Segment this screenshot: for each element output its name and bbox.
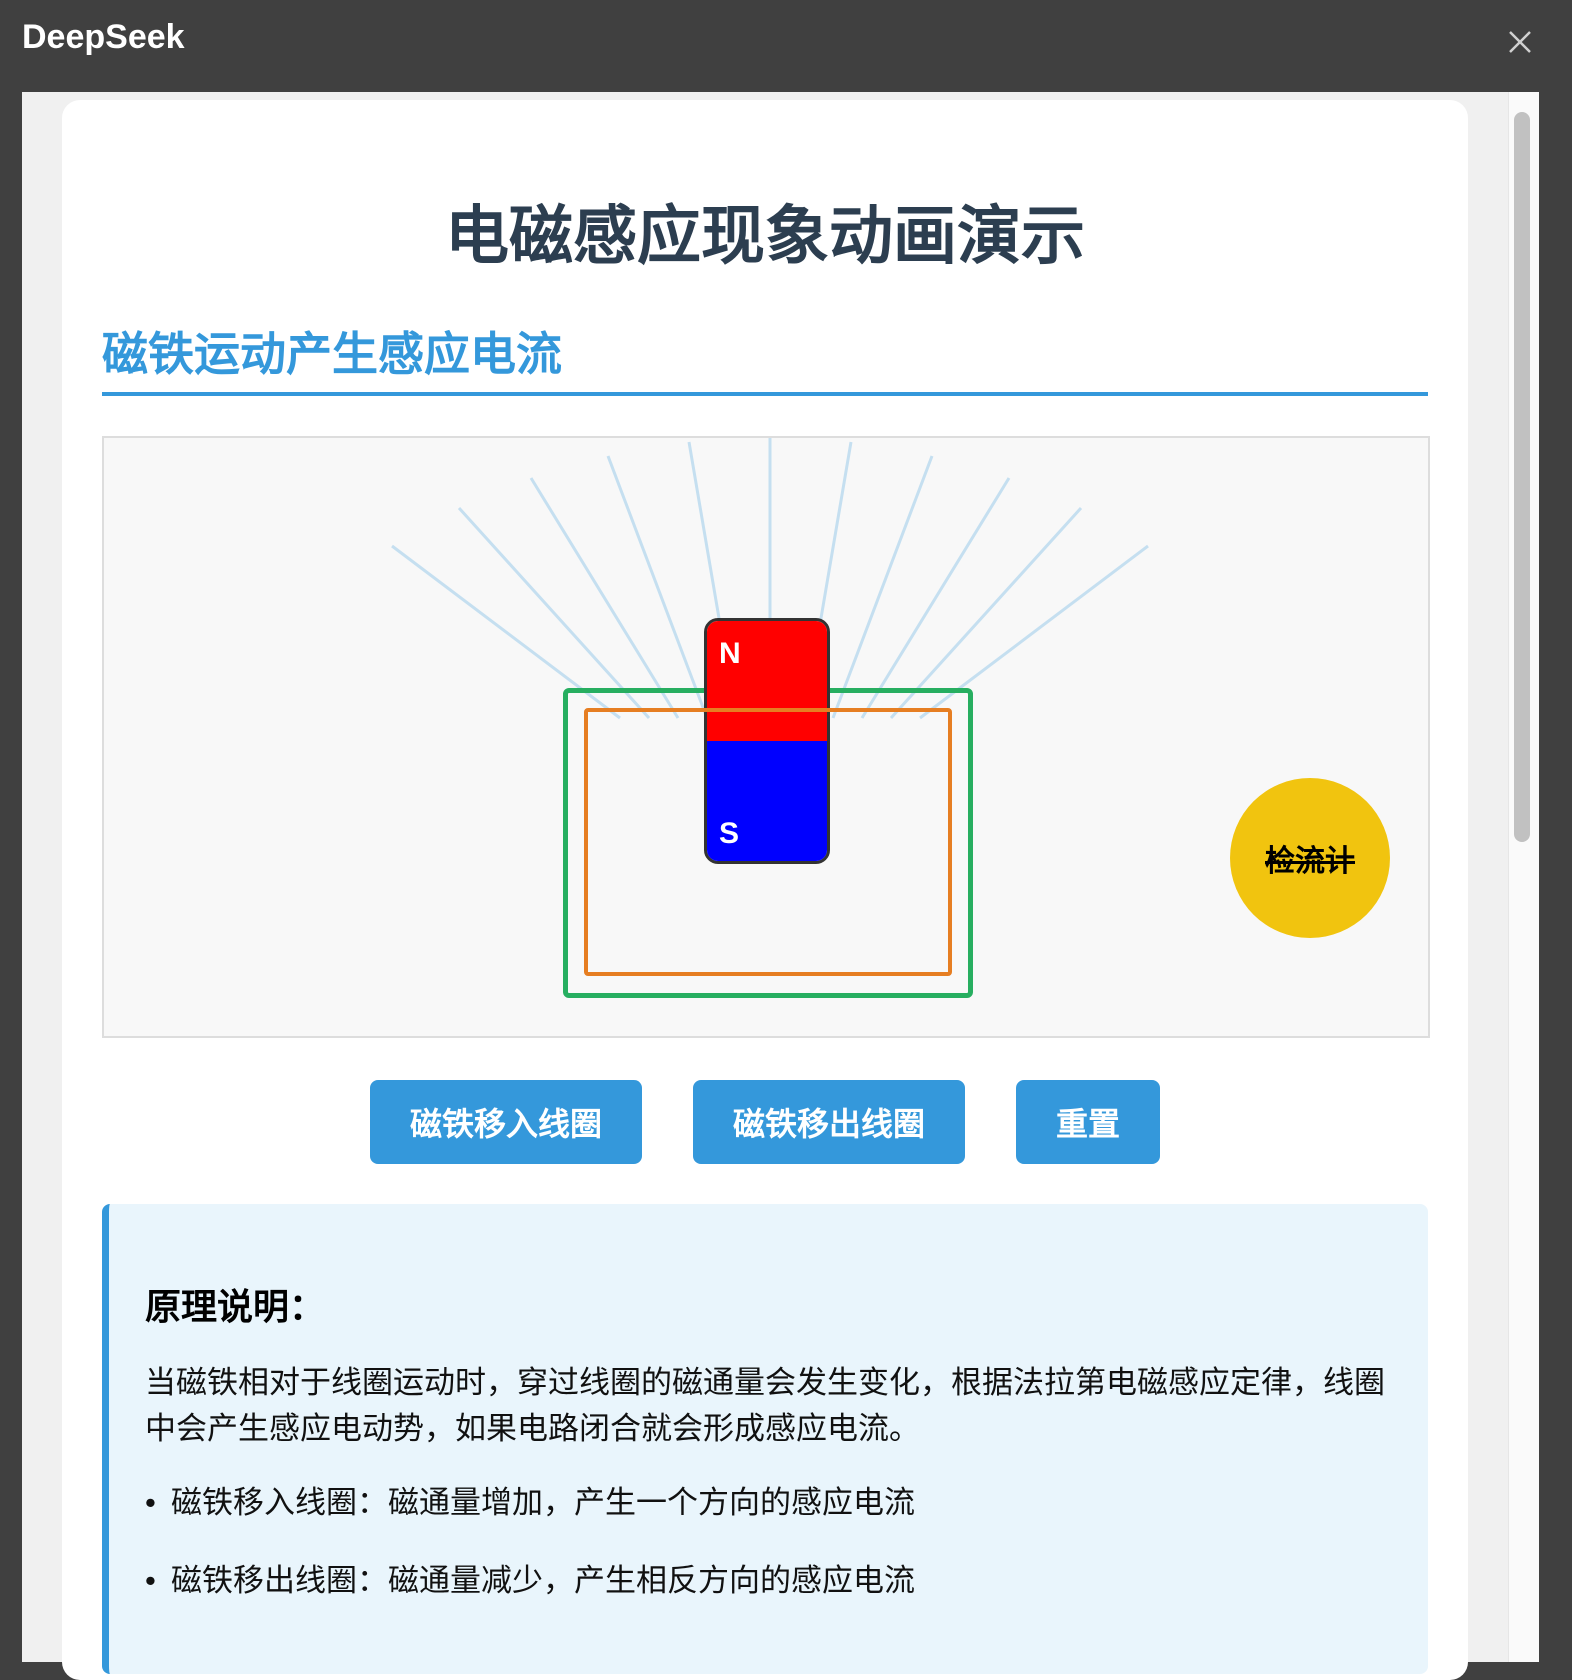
list-item: 磁铁移出线圈：磁通量减少，产生相反方向的感应电流 bbox=[145, 1558, 915, 1636]
explanation-title: 原理说明： bbox=[145, 1286, 326, 1327]
move-out-button[interactable]: 磁铁移出线圈 bbox=[693, 1080, 965, 1164]
galvanometer-label: 检流计 bbox=[1265, 845, 1355, 878]
app-title: DeepSeek bbox=[22, 18, 185, 56]
explanation-paragraph: 当磁铁相对于线圈运动时，穿过线圈的磁通量会发生变化，根据法拉第电磁感应定律，线圈… bbox=[145, 1365, 1385, 1446]
window-titlebar: DeepSeek bbox=[0, 0, 1572, 90]
close-icon[interactable] bbox=[1500, 22, 1540, 62]
field-line bbox=[889, 506, 1083, 720]
inner-coil bbox=[584, 708, 952, 976]
field-line bbox=[457, 506, 651, 720]
explanation-list: 磁铁移入线圈：磁通量增加，产生一个方向的感应电流 磁铁移出线圈：磁通量减少，产生… bbox=[145, 1480, 915, 1636]
page-title: 电磁感应现象动画演示 bbox=[445, 200, 1085, 272]
explanation-panel: 原理说明： 当磁铁相对于线圈运动时，穿过线圈的磁通量会发生变化，根据法拉第电磁感… bbox=[102, 1204, 1428, 1674]
list-item: 磁铁移入线圈：磁通量增加，产生一个方向的感应电流 bbox=[145, 1480, 915, 1558]
move-in-button[interactable]: 磁铁移入线圈 bbox=[370, 1080, 642, 1164]
section-divider bbox=[102, 392, 1428, 396]
field-line bbox=[606, 455, 709, 719]
field-line bbox=[860, 477, 1011, 719]
galvanometer: 检流计 bbox=[1230, 778, 1390, 938]
field-line bbox=[831, 455, 934, 719]
field-line bbox=[529, 477, 680, 719]
north-pole-label: N bbox=[719, 637, 741, 670]
reset-button[interactable]: 重置 bbox=[1016, 1080, 1160, 1164]
section-title: 磁铁运动产生感应电流 bbox=[102, 328, 562, 380]
animation-stage: N S 检流计 bbox=[102, 436, 1430, 1038]
